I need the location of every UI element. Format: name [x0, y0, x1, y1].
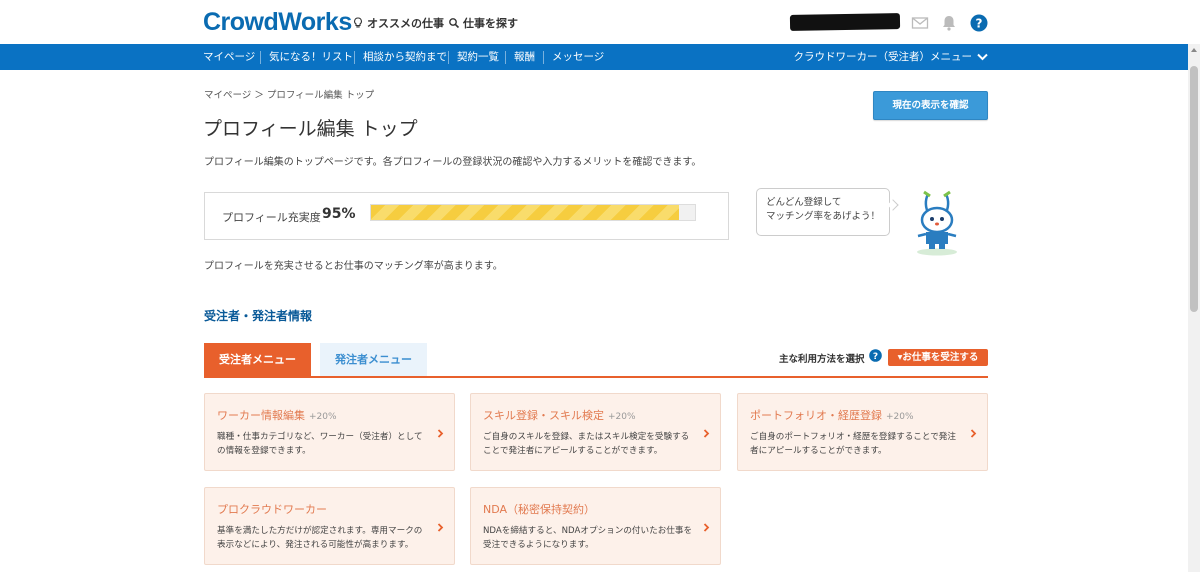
lightbulb-icon [354, 17, 362, 28]
redacted-username [789, 13, 901, 31]
receive-jobs-button[interactable]: ▾お仕事を受注する [888, 349, 988, 366]
section-title: 受注者・発注者情報 [204, 309, 313, 323]
find-jobs-label: 仕事を探す [463, 17, 518, 30]
chevron-right-icon [703, 429, 710, 438]
nav-item-consult[interactable]: 相談から契約まで [363, 44, 447, 70]
card-nda[interactable]: NDA（秘密保持契約） NDAを締結すると、NDAオプションの付いたお仕事を受注… [470, 487, 721, 565]
scroll-thumb[interactable] [1190, 66, 1198, 312]
scrollbar[interactable] [1188, 44, 1200, 572]
card-percent: +20% [886, 412, 914, 422]
worker-menu-dropdown[interactable]: クラウドワーカー（受注者）メニュー [794, 44, 989, 70]
card-description: 基準を満たした方だけが認定されます。専用マークの表示などにより、発注される可能性… [217, 526, 423, 550]
speech-bubble: どんどん登録して マッチング率をあげよう！ [756, 188, 890, 236]
chevron-down-icon [977, 53, 988, 61]
nav-divider [354, 51, 355, 64]
nav-item-contracts[interactable]: 契約一覧 [457, 44, 499, 70]
bell-icon[interactable] [940, 14, 958, 32]
card-description: ご自身のスキルを登録、またはスキル検定を受験することで発注者にアピールすることが… [483, 432, 690, 456]
nav-item-rewards[interactable]: 報酬 [514, 44, 535, 70]
card-title-text: プロクラウドワーカー [217, 503, 327, 516]
page-title: プロフィール編集 トップ [203, 118, 418, 140]
mail-icon[interactable] [911, 14, 929, 32]
card-title: ポートフォリオ・経歴登録 +20% [750, 407, 914, 423]
profile-note: プロフィールを充実させるとお仕事のマッチング率が高まります。 [204, 261, 503, 272]
question-icon[interactable]: ? [869, 349, 882, 362]
card-title-text: スキル登録・スキル検定 [483, 409, 604, 422]
card-description: ご自身のポートフォリオ・経歴を登録することで発注者にアピールすることができます。 [750, 432, 956, 456]
page-description: プロフィール編集のトップページです。各プロフィールの登録状況の確認や入力するメリ… [204, 157, 702, 168]
card-title: ワーカー情報編集 +20% [217, 407, 337, 423]
chevron-right-icon [437, 429, 444, 438]
bubble-line-1: どんどん登録して [766, 197, 842, 208]
card-title-text: ワーカー情報編集 [217, 409, 305, 422]
nav-divider [543, 51, 544, 64]
recommended-jobs-link[interactable]: オススメの仕事 [352, 15, 444, 31]
profile-completeness-percent: 95% [322, 206, 356, 222]
search-icon [449, 18, 460, 29]
chevron-right-icon [437, 523, 444, 532]
breadcrumb[interactable]: マイページ ＞ プロフィール編集 トップ [204, 87, 374, 101]
view-current-display-button[interactable]: 現在の表示を確認 [873, 91, 988, 120]
profile-completeness-label: プロフィール充実度 [222, 211, 321, 224]
tab-underline [204, 376, 988, 378]
card-percent: +20% [608, 412, 636, 422]
worker-menu-label: クラウドワーカー（受注者）メニュー [793, 51, 973, 63]
card-title: NDA（秘密保持契約） [483, 501, 595, 517]
recommended-jobs-label: オススメの仕事 [367, 17, 444, 30]
svg-text:?: ? [873, 352, 878, 362]
nav-item-mypage[interactable]: マイページ [203, 44, 255, 70]
card-title: スキル登録・スキル検定 +20% [483, 407, 636, 423]
bubble-line-2: マッチング率をあげよう！ [766, 211, 881, 222]
card-description: 職種・仕事カテゴリなど、ワーカー（受注者）としての情報を登録できます。 [217, 432, 423, 456]
card-title: プロクラウドワーカー [217, 501, 327, 517]
card-portfolio[interactable]: ポートフォリオ・経歴登録 +20% ご自身のポートフォリオ・経歴を登録することで発… [737, 393, 988, 471]
tab-client-menu[interactable]: 発注者メニュー [320, 343, 427, 377]
card-description: NDAを締結すると、NDAオプションの付いたお仕事を受注できるようになります。 [483, 526, 693, 550]
card-pro-crowdworker[interactable]: プロクラウドワーカー 基準を満たした方だけが認定されます。専用マークの表示などに… [204, 487, 455, 565]
top-header: CrowdWorks オススメの仕事 仕事を探す ? [0, 0, 1200, 44]
nav-item-messages[interactable]: メッセージ [552, 44, 604, 70]
card-title-text: NDA（秘密保持契約） [483, 503, 596, 516]
usage-select-label: 主な利用方法を選択 [779, 354, 865, 365]
nav-divider [260, 51, 261, 64]
chevron-right-icon [970, 429, 977, 438]
site-logo[interactable]: CrowdWorks [203, 8, 352, 37]
tab-worker-menu[interactable]: 受注者メニュー [204, 343, 311, 377]
nav-divider [505, 51, 506, 64]
progress-bar-track [370, 204, 696, 221]
profile-completeness-box: プロフィール充実度 95% [204, 192, 729, 240]
chevron-right-icon [703, 523, 710, 532]
card-worker-info[interactable]: ワーカー情報編集 +20% 職種・仕事カテゴリなど、ワーカー（受注者）としての情報… [204, 393, 455, 471]
card-percent: +20% [309, 412, 337, 422]
main-nav: マイページ 気になる！リスト 相談から契約まで 契約一覧 報酬 メッセージ クラ… [0, 44, 1200, 70]
help-icon[interactable]: ? [970, 14, 988, 32]
card-title-text: ポートフォリオ・経歴登録 [750, 409, 882, 422]
svg-text:?: ? [976, 17, 983, 31]
find-jobs-link[interactable]: 仕事を探す [448, 15, 518, 31]
nav-divider [448, 51, 449, 64]
card-skill-registration[interactable]: スキル登録・スキル検定 +20% ご自身のスキルを登録、またはスキル検定を受験する… [470, 393, 721, 471]
nav-item-favorites[interactable]: 気になる！リスト [269, 44, 353, 70]
progress-bar-fill [371, 205, 679, 220]
rabbit-mascot-icon [917, 190, 957, 256]
scroll-up-arrow[interactable] [1191, 48, 1197, 52]
